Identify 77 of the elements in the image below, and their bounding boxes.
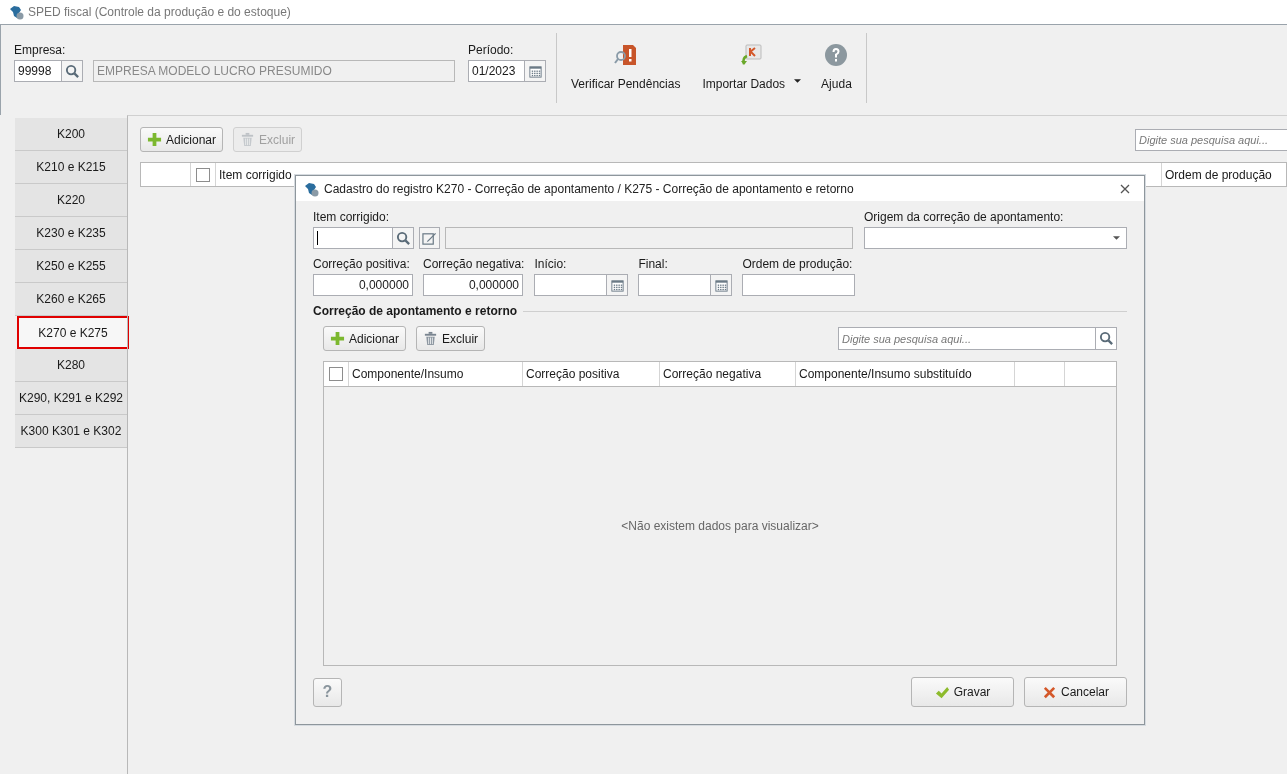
sidebar-tab[interactable]: K280 [15, 349, 127, 382]
sidebar-tab[interactable]: K250 e K255 [15, 250, 127, 283]
sidebar-tab[interactable]: K230 e K235 [15, 217, 127, 250]
calendar-button[interactable] [525, 60, 546, 82]
company-code-field[interactable]: 99998 [14, 60, 62, 82]
origin-dropdown[interactable] [864, 227, 1127, 249]
empty-message: <Não existem dados para visualizar> [621, 519, 819, 533]
sidebar-tab[interactable]: K270 e K275 [17, 316, 129, 349]
number-field[interactable]: 0,000000 [313, 274, 413, 296]
sidebar-tab[interactable]: K210 e K215 [15, 151, 127, 184]
search-icon [1098, 331, 1114, 346]
app-logo-icon [8, 4, 24, 20]
sidebar-tab[interactable]: K300 K301 e K302 [15, 415, 127, 448]
toolbar-button[interactable]: Adicionar [323, 326, 407, 351]
search-icon [395, 230, 411, 246]
help-icon [824, 43, 849, 67]
checkbox[interactable] [329, 367, 343, 381]
sidebar-tab[interactable]: K220 [15, 184, 127, 217]
calendar-icon [609, 277, 625, 293]
column-header: Correção negativa [660, 362, 796, 386]
column-header: Componente/Insumo [349, 362, 523, 386]
caret-icon [794, 79, 802, 83]
search-button[interactable] [62, 60, 83, 82]
text-field[interactable] [742, 274, 856, 296]
toolbar-button[interactable]: Excluir [416, 326, 486, 351]
toolbar-button[interactable]: Adicionar [140, 127, 224, 152]
trash-icon [423, 331, 439, 346]
toolbar-button[interactable]: Importar Dados [698, 43, 804, 91]
sidebar-tab[interactable]: K260 e K265 [15, 283, 127, 316]
field-label: Empresa: [14, 43, 67, 57]
field-label: Correção positiva: [313, 257, 411, 271]
checkbox[interactable] [196, 167, 210, 182]
search-icon [64, 63, 80, 79]
cross-icon [1042, 684, 1057, 700]
toolbar-button[interactable]: Ajuda [817, 43, 856, 91]
plus-icon [330, 331, 345, 346]
close-icon[interactable] [1120, 183, 1130, 194]
column-header: Ordem de produção [1164, 166, 1273, 184]
date-field[interactable] [638, 274, 712, 296]
company-name-field: EMPRESA MODELO LUCRO PRESUMIDO [93, 60, 455, 82]
dialog-button[interactable]: Cancelar [1024, 677, 1127, 707]
trash-icon [240, 132, 256, 147]
field-label: Origem da correção de apontamento: [864, 210, 1065, 224]
column-header: Componente/Insumo substituído [796, 362, 1015, 386]
date-field[interactable] [534, 274, 608, 296]
calendar-icon [527, 63, 543, 79]
search-field[interactable]: Digite sua pesquisa aqui... [838, 327, 1096, 350]
search-field[interactable]: Digite sua pesquisa aqui... [1135, 128, 1287, 151]
sidebar-tab[interactable]: K290, K291 e K292 [15, 382, 127, 415]
number-field[interactable]: 0,000000 [423, 274, 523, 296]
search-button[interactable] [1096, 327, 1117, 350]
checkmark-icon [934, 684, 950, 700]
field-label: Final: [638, 257, 669, 271]
window-title: SPED fiscal (Controle da produção e do estoque) [28, 5, 291, 19]
period-field[interactable]: 01/2023 [468, 60, 525, 82]
dialog-button[interactable]: Gravar [911, 677, 1014, 707]
caret-icon [1113, 236, 1120, 240]
item-code-field[interactable] [313, 227, 393, 249]
app-logo-icon [303, 180, 319, 197]
field-label: Período: [468, 43, 515, 57]
field-label: Ordem de produção: [742, 257, 854, 271]
field-label: Correção negativa: [423, 257, 525, 271]
search-button[interactable] [393, 227, 414, 249]
calendar-button[interactable] [607, 274, 629, 296]
field-label: Item corrigido: [313, 210, 391, 224]
pencil-icon [422, 230, 437, 246]
edit-button[interactable] [419, 227, 440, 249]
toolbar-button[interactable]: Verificar Pendências [567, 43, 685, 91]
section-title: Correção de apontamento e retorno [313, 304, 518, 318]
calendar-button[interactable] [711, 274, 733, 296]
plus-icon [147, 132, 162, 147]
document-alert-icon [613, 43, 638, 67]
field-label: Início: [534, 257, 568, 271]
calendar-icon [713, 277, 729, 293]
sidebar-tab[interactable]: K200 [15, 118, 127, 151]
import-arrow-icon [738, 43, 763, 67]
column-header: Correção positiva [523, 362, 660, 386]
